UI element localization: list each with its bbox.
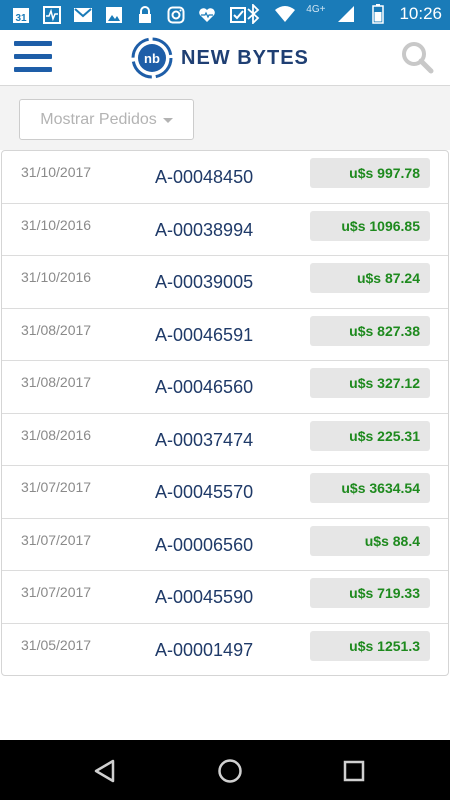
logo-text: NEW BYTES xyxy=(181,46,309,69)
back-triangle-icon[interactable] xyxy=(92,758,118,784)
recents-square-icon[interactable] xyxy=(341,758,367,784)
system-nav-bar xyxy=(0,740,450,800)
show-orders-dropdown[interactable]: Mostrar Pedidos xyxy=(19,99,194,140)
order-amount-badge: u$s 719.33 xyxy=(310,578,430,608)
order-row[interactable]: 31/10/2017 A-00048450 u$s 997.78 xyxy=(2,151,448,204)
order-date: 31/08/2017 xyxy=(21,321,92,338)
filter-bar: Mostrar Pedidos xyxy=(0,86,450,150)
status-bar: 31 4G+ 10:26 xyxy=(0,0,450,30)
order-row[interactable]: 31/10/2016 A-00038994 u$s 1096.85 xyxy=(2,204,448,256)
order-date: 31/07/2017 xyxy=(21,531,92,548)
app-header: nb NEW BYTES xyxy=(0,30,450,86)
wifi-icon xyxy=(274,4,296,24)
instagram-icon xyxy=(165,5,187,25)
network-type: 4G+ xyxy=(306,3,326,15)
notification-icons: 31 xyxy=(10,5,249,25)
order-number: A-00045590 xyxy=(155,587,254,607)
order-date: 31/07/2017 xyxy=(21,479,92,495)
order-amount-badge: u$s 225.31 xyxy=(310,420,430,451)
calendar-day: 31 xyxy=(15,13,27,24)
order-row[interactable]: 31/10/2016 A-00039005 u$s 87.24 xyxy=(2,256,448,309)
order-amount-badge: u$s 88.4 xyxy=(310,525,430,556)
orders-list: 31/10/2017 A-00048450 u$s 997.78 31/10/2016… xyxy=(1,150,449,676)
battery-icon xyxy=(367,4,389,24)
order-number: A-00045570 xyxy=(155,482,254,502)
logo-mark-text: nb xyxy=(144,51,160,66)
show-orders-label: Mostrar Pedidos xyxy=(40,110,157,128)
lock-icon xyxy=(134,5,156,25)
bluetooth-icon xyxy=(242,4,264,24)
order-row[interactable]: 31/07/2017 A-00045590 u$s 719.33 xyxy=(2,571,448,624)
order-date: 31/10/2016 xyxy=(21,216,92,233)
order-row[interactable]: 31/08/2017 A-00046591 u$s 827.38 xyxy=(2,309,448,361)
order-row[interactable]: 31/08/2016 A-00037474 u$s 225.31 xyxy=(2,414,448,466)
order-number: A-00046560 xyxy=(155,377,254,397)
order-date: 31/08/2017 xyxy=(21,374,92,390)
order-number: A-00006560 xyxy=(155,534,254,555)
order-row[interactable]: 31/07/2017 A-00006560 u$s 88.4 xyxy=(2,519,448,571)
gmail-icon xyxy=(72,5,94,25)
order-date: 31/07/2017 xyxy=(21,584,92,600)
home-circle-icon[interactable] xyxy=(217,758,243,784)
calendar-icon: 31 xyxy=(10,5,32,25)
order-amount-badge: u$s 87.24 xyxy=(310,263,430,293)
hamburger-menu-icon[interactable] xyxy=(14,39,52,75)
order-number: A-00048450 xyxy=(155,167,254,187)
order-number: A-00046591 xyxy=(155,324,254,345)
order-number: A-00001497 xyxy=(155,639,254,660)
logo-mark-icon: nb xyxy=(131,37,173,79)
order-number: A-00039005 xyxy=(155,272,254,292)
caret-down-icon xyxy=(162,118,173,123)
brand-logo: nb NEW BYTES xyxy=(131,37,309,79)
clock: 10:26 xyxy=(399,4,442,23)
pulse-icon xyxy=(41,5,63,25)
order-number: A-00037474 xyxy=(155,429,254,450)
order-date: 31/05/2017 xyxy=(21,636,92,653)
order-amount-badge: u$s 1251.3 xyxy=(310,630,430,661)
order-amount-badge: u$s 997.78 xyxy=(310,158,430,188)
order-amount-badge: u$s 327.12 xyxy=(310,368,430,398)
image-icon xyxy=(103,5,125,25)
order-number: A-00038994 xyxy=(155,219,254,240)
order-amount-badge: u$s 1096.85 xyxy=(310,210,430,241)
system-status: 4G+ 10:26 xyxy=(242,4,442,24)
signal-icon xyxy=(335,4,357,24)
order-row[interactable]: 31/08/2017 A-00046560 u$s 327.12 xyxy=(2,361,448,414)
order-date: 31/08/2016 xyxy=(21,426,92,443)
order-row[interactable]: 31/05/2017 A-00001497 u$s 1251.3 xyxy=(2,624,448,677)
order-amount-badge: u$s 827.38 xyxy=(310,315,430,346)
order-date: 31/10/2017 xyxy=(21,164,92,180)
order-row[interactable]: 31/07/2017 A-00045570 u$s 3634.54 xyxy=(2,466,448,519)
order-date: 31/10/2016 xyxy=(21,269,92,285)
heart-pulse-icon xyxy=(196,5,218,25)
search-icon[interactable] xyxy=(400,40,434,74)
order-amount-badge: u$s 3634.54 xyxy=(310,473,430,503)
